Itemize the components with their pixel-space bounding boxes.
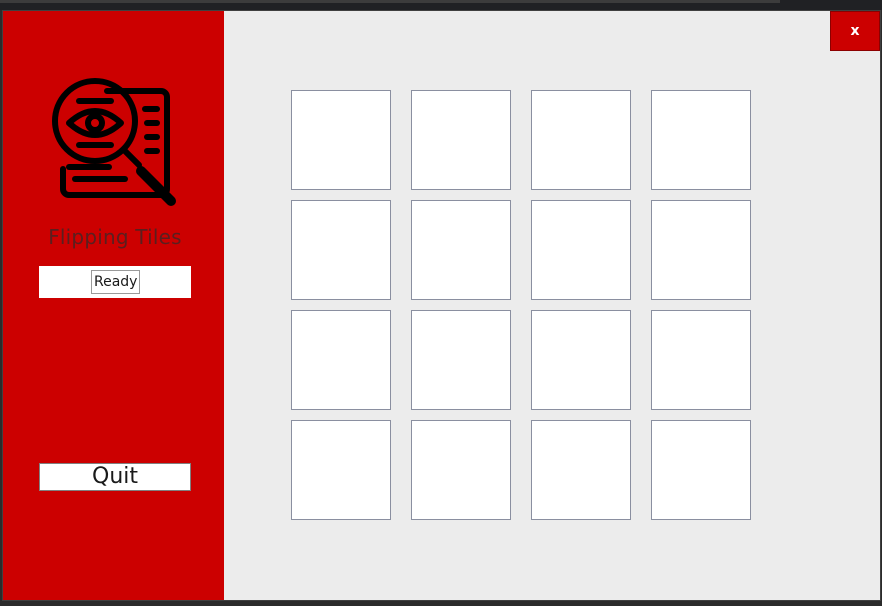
tile-r2-c3[interactable] (531, 200, 631, 300)
tile-r3-c1[interactable] (291, 310, 391, 410)
tile-r2-c2[interactable] (411, 200, 511, 300)
tile-r1-c3[interactable] (531, 90, 631, 190)
sidebar: Flipping Tiles Ready Quit (3, 11, 224, 600)
tile-r3-c4[interactable] (651, 310, 751, 410)
close-button[interactable]: x (830, 11, 880, 51)
tile-r1-c1[interactable] (291, 90, 391, 190)
tile-r3-c3[interactable] (531, 310, 631, 410)
app-window: Flipping Tiles Ready Quit x (2, 10, 881, 601)
tile-grid (291, 90, 751, 520)
tile-r3-c2[interactable] (411, 310, 511, 410)
tile-r2-c4[interactable] (651, 200, 751, 300)
tile-r4-c4[interactable] (651, 420, 751, 520)
tile-r1-c2[interactable] (411, 90, 511, 190)
status-label: Ready (91, 270, 141, 294)
tile-r4-c2[interactable] (411, 420, 511, 520)
browser-tab-edge (0, 0, 780, 3)
status-box: Ready (39, 266, 191, 298)
quit-button[interactable]: Quit (39, 463, 191, 491)
tile-r1-c4[interactable] (651, 90, 751, 190)
tile-r4-c3[interactable] (531, 420, 631, 520)
document-search-eye-icon (52, 78, 176, 206)
tile-r2-c1[interactable] (291, 200, 391, 300)
browser-top-bar (0, 0, 882, 10)
app-title: Flipping Tiles (48, 225, 182, 249)
tile-r4-c1[interactable] (291, 420, 391, 520)
